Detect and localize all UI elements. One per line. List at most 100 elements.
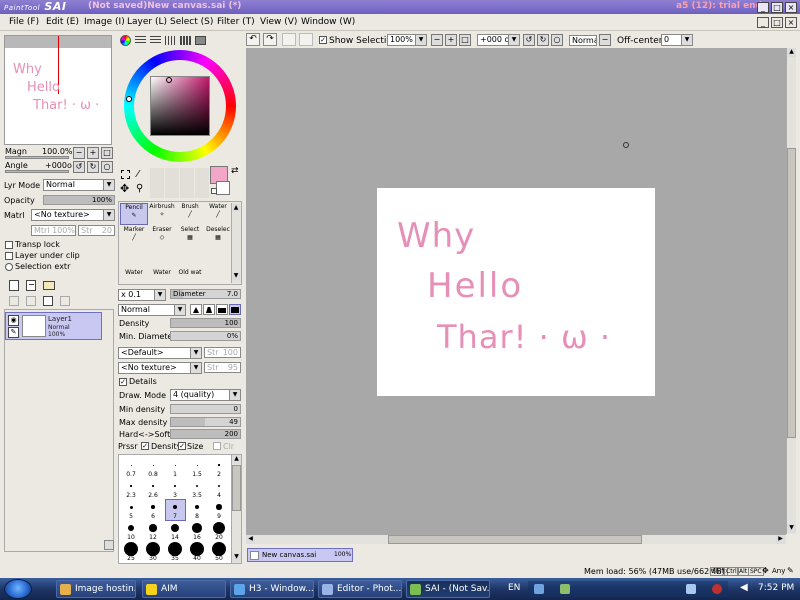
size-preset-dot[interactable] bbox=[217, 484, 221, 488]
layer-under-clip-checkbox[interactable] bbox=[5, 252, 13, 260]
saturation-value-square[interactable] bbox=[150, 76, 210, 136]
clear-layer-icon[interactable] bbox=[43, 296, 53, 306]
deselect-button[interactable] bbox=[282, 33, 296, 46]
size-preset-dot[interactable] bbox=[212, 542, 226, 556]
minimize-button[interactable]: _ bbox=[757, 2, 769, 13]
task-image-hosting[interactable]: Image hostin... bbox=[56, 580, 136, 598]
swap-colors-icon[interactable]: ⇄ bbox=[231, 166, 239, 176]
tool-water[interactable]: Water ╱ bbox=[204, 203, 232, 225]
size-preset-dot[interactable] bbox=[128, 525, 134, 531]
size-preset-dot[interactable] bbox=[213, 522, 225, 534]
rgb-slider-tab-icon[interactable] bbox=[135, 36, 146, 45]
menu-file[interactable]: File (F) bbox=[9, 17, 39, 27]
brush-shape-square-icon[interactable] bbox=[229, 304, 241, 315]
tray-icon-1[interactable] bbox=[534, 584, 544, 594]
undo-button[interactable]: ↶ bbox=[246, 33, 260, 46]
zoom-in-button[interactable]: + bbox=[87, 147, 99, 159]
volume-icon[interactable]: ◀ bbox=[740, 582, 748, 593]
menu-image[interactable]: Image (I) bbox=[84, 17, 125, 27]
task-aim[interactable]: AIM bbox=[142, 580, 226, 598]
task-photo-editor[interactable]: Editor - Phot... bbox=[318, 580, 402, 598]
drawing-canvas[interactable]: Why Hello Thar! · ω · bbox=[377, 188, 655, 396]
shape-strength-field[interactable]: Str 100 bbox=[204, 347, 241, 358]
layer-mode-dropdown[interactable]: Normal bbox=[43, 179, 115, 191]
size-preset-dot[interactable] bbox=[174, 464, 176, 466]
size-preset-dot[interactable] bbox=[216, 504, 222, 510]
tool-select[interactable]: Select ▦ bbox=[176, 226, 204, 248]
brush-texture-dropdown[interactable]: <No texture> bbox=[118, 362, 202, 374]
size-preset-dot[interactable] bbox=[129, 505, 133, 509]
size-preset-dot[interactable] bbox=[168, 542, 182, 556]
size-preset-dot[interactable] bbox=[194, 504, 200, 510]
menu-select[interactable]: Select (S) bbox=[170, 17, 213, 27]
zoom-dropdown[interactable]: 100% bbox=[387, 34, 427, 46]
scratchpad-tab-icon[interactable] bbox=[195, 36, 206, 45]
show-selection-checkbox[interactable]: ✓ bbox=[319, 36, 327, 44]
tool-eraser[interactable]: Eraser ◇ bbox=[148, 226, 176, 248]
transfer-down-icon[interactable] bbox=[9, 296, 19, 306]
tool-water-2[interactable]: Water bbox=[120, 269, 148, 283]
eye-icon[interactable]: ◉ bbox=[8, 315, 19, 326]
view-rotate-right-button[interactable]: ↻ bbox=[537, 34, 549, 46]
size-preset-dot[interactable] bbox=[124, 542, 138, 556]
redo-button[interactable]: ↷ bbox=[263, 33, 277, 46]
view-zoom-fit-button[interactable]: □ bbox=[459, 34, 471, 46]
size-preset-dot[interactable] bbox=[152, 464, 154, 466]
rotation-dropdown[interactable]: +000 o bbox=[477, 34, 520, 46]
task-window[interactable]: H3 - Window... bbox=[230, 580, 314, 598]
tool-scroll-down[interactable]: ▼ bbox=[232, 272, 240, 280]
material-dropdown[interactable]: <No texture> bbox=[31, 209, 115, 221]
sv-picker-handle[interactable] bbox=[166, 77, 172, 83]
zoom-out-button[interactable]: − bbox=[73, 147, 85, 159]
brush-blend-dropdown[interactable]: Normal bbox=[118, 304, 186, 316]
view-blend-toggle-button[interactable]: − bbox=[599, 34, 611, 46]
color-mixer-tab-icon[interactable] bbox=[165, 36, 176, 45]
move-icon[interactable]: ✥ bbox=[120, 183, 129, 194]
tool-brush[interactable]: Brush ╱ bbox=[176, 203, 204, 225]
size-preset-dot[interactable] bbox=[130, 464, 132, 466]
doc-minimize-button[interactable]: _ bbox=[757, 17, 769, 28]
material-strength-field[interactable]: Mtrl 100% bbox=[31, 225, 76, 236]
rotate-reset-button[interactable]: ○ bbox=[101, 161, 113, 173]
size-preset-dot[interactable] bbox=[174, 485, 176, 487]
view-zoom-in-button[interactable]: + bbox=[445, 34, 457, 46]
tool-old-water[interactable]: Old wat bbox=[176, 269, 204, 283]
density-slider[interactable]: 100 bbox=[170, 318, 241, 328]
tool-airbrush[interactable]: Airbrush ✧ bbox=[148, 203, 176, 225]
view-rotate-reset-button[interactable]: ○ bbox=[551, 34, 563, 46]
brush-shape-mid-icon[interactable] bbox=[203, 304, 215, 315]
draw-mode-dropdown[interactable]: 4 (quality) bbox=[170, 389, 241, 401]
menu-window[interactable]: Window (W) bbox=[301, 17, 355, 27]
maximize-button[interactable]: □ bbox=[771, 2, 783, 13]
new-folder-icon[interactable] bbox=[43, 281, 55, 290]
brush-shape-round-icon[interactable] bbox=[190, 304, 202, 315]
rotate-left-button[interactable]: ↺ bbox=[73, 161, 85, 173]
size-grid-scrollbar[interactable]: ▲ ▼ bbox=[231, 455, 241, 563]
transparent-color-icon[interactable] bbox=[211, 188, 217, 194]
stabilizer-dropdown[interactable]: 0 bbox=[661, 34, 693, 46]
menu-layer[interactable]: Layer (L) bbox=[127, 17, 167, 27]
menu-filter[interactable]: Filter (T) bbox=[217, 17, 255, 27]
min-density-slider[interactable]: 0 bbox=[170, 404, 241, 414]
horizontal-scrollbar[interactable]: ◀ ▶ bbox=[246, 534, 786, 544]
tool-deselect[interactable]: Deselec ▦ bbox=[204, 226, 232, 248]
navigator-preview[interactable]: Why Hello Thar! · ω · bbox=[4, 35, 112, 145]
str-field[interactable]: Str 20 bbox=[78, 225, 115, 236]
new-layer-icon[interactable] bbox=[9, 280, 19, 291]
tool-grid-scrollbar[interactable] bbox=[231, 203, 241, 283]
eyedropper-icon[interactable]: ⁄ bbox=[137, 169, 139, 180]
hsv-slider-tab-icon[interactable] bbox=[150, 36, 161, 45]
size-preset-dot[interactable] bbox=[146, 542, 160, 556]
size-multiplier-dropdown[interactable]: x 0.1 bbox=[118, 289, 166, 301]
transp-lock-checkbox[interactable] bbox=[5, 241, 13, 249]
size-preset-dot[interactable] bbox=[151, 505, 155, 509]
doc-close-button[interactable]: × bbox=[785, 17, 797, 28]
texture-strength-field[interactable]: Str 95 bbox=[204, 362, 241, 373]
size-preset-dot[interactable] bbox=[195, 484, 199, 488]
hue-picker-handle[interactable] bbox=[126, 96, 132, 102]
size-preset-dot[interactable] bbox=[170, 523, 180, 533]
layer-list-scroll-corner[interactable] bbox=[104, 540, 114, 550]
zoom-icon[interactable]: ⚲ bbox=[136, 183, 143, 194]
size-preset-dot[interactable] bbox=[218, 464, 220, 466]
size-preset-dot[interactable] bbox=[196, 464, 198, 466]
